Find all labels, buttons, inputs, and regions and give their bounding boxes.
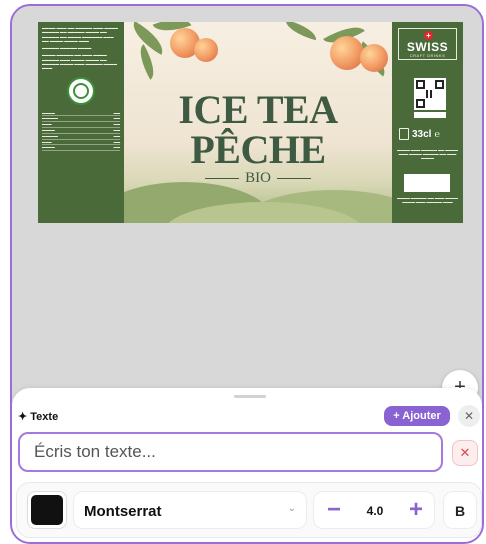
design-canvas[interactable]: ▬▬▬▬ ▬▬▬ ▬▬ ▬▬▬▬▬ ▬▬▬ ▬▬▬▬ ▬▬▬▬▬ ▬▬ ▬▬▬▬…: [12, 6, 482, 388]
label-right-text-block: ▬▬▬▬ ▬▬▬ ▬▬▬▬▬ ▬▬ ▬▬▬▬ ▬▬▬ ▬▬▬▬ ▬▬▬▬▬ ▬▬…: [397, 148, 458, 160]
decrease-size-button[interactable]: −: [314, 492, 354, 528]
brand-logo: + SWISS CRAFT DRINKS: [398, 28, 457, 60]
batch-code-box: [404, 174, 450, 192]
brand-subtitle: CRAFT DRINKS: [409, 53, 446, 58]
sheet-title: ✦ Texte: [18, 411, 59, 423]
font-size-stepper: − 4.0 +: [313, 491, 435, 529]
label-left-text-block: ▬▬▬▬ ▬▬▬ ▬▬ ▬▬▬▬▬ ▬▬▬ ▬▬▬▬ ▬▬▬▬▬ ▬▬ ▬▬▬▬…: [42, 26, 118, 43]
peach-illustration: [330, 36, 364, 70]
label-artwork: ICE TEA PÊCHE BIO: [124, 22, 392, 223]
label-right-footer-text: ▬▬▬▬ ▬▬▬▬▬ ▬▬ ▬▬▬ ▬▬▬▬ ▬▬▬▬ ▬▬▬ ▬▬▬▬▬ ▬▬…: [397, 196, 458, 204]
label-subtitle[interactable]: BIO: [124, 170, 392, 187]
brand-name: SWISS: [406, 40, 449, 54]
app-frame: ▬▬▬▬ ▬▬▬ ▬▬ ▬▬▬▬▬ ▬▬▬ ▬▬▬▬ ▬▬▬▬▬ ▬▬ ▬▬▬▬…: [10, 4, 484, 544]
text-input[interactable]: [18, 432, 443, 472]
chevron-down-icon: ⌄: [287, 503, 296, 514]
label-right-panel: + SWISS CRAFT DRINKS 33cl ℮ ▬▬▬▬ ▬▬▬ ▬▬▬…: [392, 22, 463, 223]
peach-illustration: [194, 38, 218, 62]
leaf-decoration: [283, 22, 319, 41]
organic-seal-icon: [67, 76, 95, 105]
text-style-toolbar: Montserrat ⌄ − 4.0 + B: [16, 482, 482, 538]
label-title-line2[interactable]: PÊCHE: [124, 126, 392, 173]
swiss-cross-icon: +: [424, 31, 433, 40]
increase-size-button[interactable]: +: [396, 492, 436, 528]
dash-decoration: [276, 177, 311, 180]
add-text-button[interactable]: + Ajouter: [384, 406, 450, 426]
nutrition-table: ▬▬▬▬ ▬▬ ▬▬▬▬▬ ▬▬ ▬▬▬ ▬▬ ▬▬▬▬ ▬▬ ▬▬▬▬▬ ▬▬ ▬▬▬ ▬…: [42, 110, 120, 152]
color-swatch-fill: [31, 495, 63, 525]
font-family-value: Montserrat: [84, 503, 162, 520]
font-family-select[interactable]: Montserrat ⌄: [73, 491, 307, 529]
ice-tea-label-design[interactable]: ▬▬▬▬ ▬▬▬ ▬▬ ▬▬▬▬▬ ▬▬▬ ▬▬▬▬ ▬▬▬▬▬ ▬▬ ▬▬▬▬…: [38, 22, 463, 223]
text-color-picker[interactable]: [27, 491, 67, 529]
dash-decoration: [205, 177, 240, 180]
volume-text: 33cl: [412, 128, 432, 140]
label-left-ingredients: ▬▬▬▬ ▬▬▬▬▬ ▬▬ ▬▬▬ ▬▬▬▬ ▬▬▬▬▬ ▬▬▬ ▬▬▬▬ ▬▬…: [42, 53, 117, 71]
label-subtitle-text: BIO: [245, 170, 271, 186]
qr-code-icon: [414, 78, 446, 110]
table-row: ▬▬▬▬ ▬▬: [42, 144, 120, 152]
clear-text-button[interactable]: ✕: [452, 440, 478, 466]
text-bottom-sheet: ✦ Texte + Ajouter ✕ ✕ Montserrat ⌄ − 4.0…: [12, 388, 482, 542]
font-size-value: 4.0: [366, 504, 384, 518]
barcode-strip: [414, 112, 446, 118]
bold-toggle-button[interactable]: B: [443, 491, 477, 529]
sheet-drag-handle[interactable]: [234, 395, 266, 398]
close-sheet-button[interactable]: ✕: [458, 405, 480, 427]
volume-row: 33cl ℮: [399, 126, 459, 142]
bottle-deposit-icon: [399, 128, 409, 140]
peach-illustration: [360, 44, 388, 72]
label-left-heading: ▬▬▬▬▬ ▬▬▬▬▬ ▬▬▬▬: [42, 46, 92, 51]
label-left-panel: ▬▬▬▬ ▬▬▬ ▬▬ ▬▬▬▬▬ ▬▬▬ ▬▬▬▬ ▬▬▬▬▬ ▬▬ ▬▬▬▬…: [38, 22, 124, 223]
estimated-sign: ℮: [434, 129, 440, 139]
